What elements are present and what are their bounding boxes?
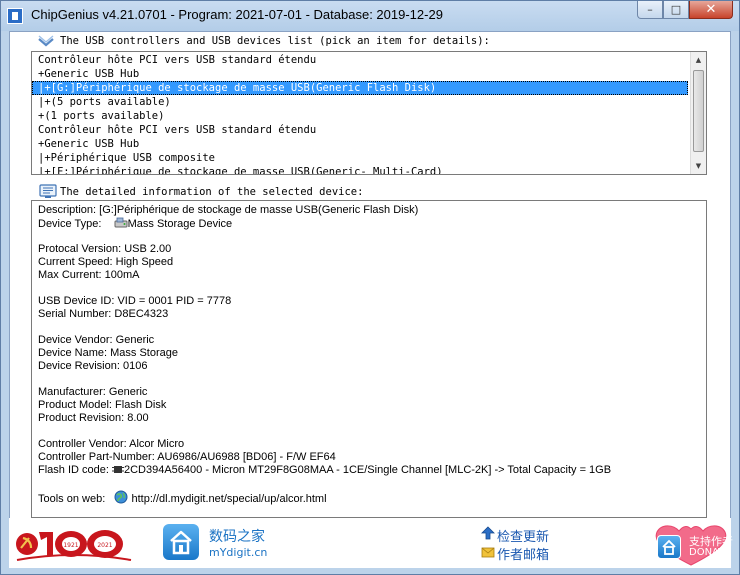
globe-icon xyxy=(114,490,128,504)
mydigit-name-en[interactable]: mYdigit.cn xyxy=(209,546,267,559)
detail-device-vendor: Device Vendor: Generic xyxy=(38,334,155,346)
window-title: ChipGenius v4.21.0701 - Program: 2021-07… xyxy=(31,7,443,22)
list-item[interactable]: +Generic USB Hub xyxy=(38,137,139,151)
mass-storage-icon xyxy=(114,217,128,228)
list-item-selected[interactable]: |+[G:]Périphérique de stockage de masse … xyxy=(32,81,688,95)
detail-device-name: Device Name: Mass Storage xyxy=(38,347,178,359)
flash-id-value: 2CD394A56400 - Micron MT29F8G08MAA - 1CE… xyxy=(123,464,612,476)
mydigit-name-cn[interactable]: 数码之家 xyxy=(209,526,265,546)
update-arrow-icon[interactable] xyxy=(481,526,495,540)
list-item[interactable]: +Generic USB Hub xyxy=(38,67,139,81)
device-type-value: Mass Storage Device xyxy=(127,218,233,230)
device-type-label: Device Type: xyxy=(38,218,102,230)
email-envelope-icon[interactable] xyxy=(481,545,495,559)
detail-controller-vendor: Controller Vendor: Alcor Micro xyxy=(38,438,185,450)
minimize-button[interactable]: – xyxy=(637,1,663,19)
scroll-up-arrow-icon[interactable]: ▲ xyxy=(691,52,706,68)
list-item[interactable]: |+(5 ports available) xyxy=(38,95,171,109)
title-bar[interactable]: ChipGenius v4.21.0701 - Program: 2021-07… xyxy=(1,1,739,31)
party-100-logo-icon: 1921 2021 xyxy=(16,530,132,561)
tools-url-link[interactable]: http://dl.mydigit.net/special/up/alcor.h… xyxy=(132,493,327,505)
donate-label-en[interactable]: DONATE xyxy=(689,547,731,558)
details-header: The detailed information of the selected… xyxy=(60,186,364,198)
detail-device-revision: Device Revision: 0106 xyxy=(38,360,148,372)
scroll-thumb[interactable] xyxy=(693,70,704,152)
tools-label: Tools on web: xyxy=(38,493,106,505)
details-monitor-icon xyxy=(39,184,57,198)
list-item[interactable]: +(1 ports available) xyxy=(38,109,164,123)
caption-buttons: – □ ✕ xyxy=(637,1,733,19)
detail-manufacturer: Manufacturer: Generic xyxy=(38,386,148,398)
detail-flash-id: Flash ID code: 2CD394A56400 - Micron MT2… xyxy=(38,464,611,477)
list-item[interactable]: Contrôleur hôte PCI vers USB standard ét… xyxy=(38,123,316,137)
chipgenius-window: ChipGenius v4.21.0701 - Program: 2021-07… xyxy=(0,0,740,575)
detail-controller-part: Controller Part-Number: AU6986/AU6988 [B… xyxy=(38,451,336,463)
detail-product-model: Product Model: Flash Disk xyxy=(38,399,167,411)
close-button[interactable]: ✕ xyxy=(689,1,733,19)
donate-home-icon[interactable] xyxy=(657,535,681,559)
scroll-down-arrow-icon[interactable]: ▼ xyxy=(691,158,706,174)
detail-product-revision: Product Revision: 8.00 xyxy=(38,412,149,424)
detail-description: Description: [G:]Périphérique de stockag… xyxy=(38,204,419,216)
usb-device-list[interactable]: Contrôleur hôte PCI vers USB standard ét… xyxy=(31,51,707,175)
detail-protocol-version: Protocal Version: USB 2.00 xyxy=(38,243,172,255)
check-update-link[interactable]: 检查更新 xyxy=(497,526,549,545)
list-item[interactable]: Contrôleur hôte PCI vers USB standard ét… xyxy=(38,53,316,67)
list-item[interactable]: |+Périphérique USB composite xyxy=(38,151,215,165)
list-chevron-icon xyxy=(38,35,54,47)
logo-year-right: 2021 xyxy=(97,542,112,549)
device-list-scrollbar[interactable]: ▲ ▼ xyxy=(690,52,706,174)
detail-device-type: Device Type: Mass Storage Device xyxy=(38,217,232,231)
device-details-panel[interactable]: Description: [G:]Périphérique de stockag… xyxy=(31,200,707,518)
flash-id-label: Flash ID code: xyxy=(38,464,109,476)
mydigit-home-icon[interactable] xyxy=(163,524,199,560)
logo-year-left: 1921 xyxy=(63,542,78,549)
detail-tools-on-web: Tools on web: http://dl.mydigit.net/spec… xyxy=(38,490,327,506)
detail-serial-number: Serial Number: D8EC4323 xyxy=(38,308,169,320)
maximize-button[interactable]: □ xyxy=(663,1,689,19)
device-list-header: The USB controllers and USB devices list… xyxy=(60,35,490,47)
detail-usb-device-id: USB Device ID: VID = 0001 PID = 7778 xyxy=(38,295,232,307)
detail-max-current: Max Current: 100mA xyxy=(38,269,140,281)
detail-current-speed: Current Speed: High Speed xyxy=(38,256,174,268)
app-icon[interactable] xyxy=(7,8,23,24)
chip-icon xyxy=(111,466,124,473)
list-item[interactable]: |+[F:]Périphérique de stockage de masse … xyxy=(38,165,443,174)
author-email-link[interactable]: 作者邮箱 xyxy=(497,544,549,563)
